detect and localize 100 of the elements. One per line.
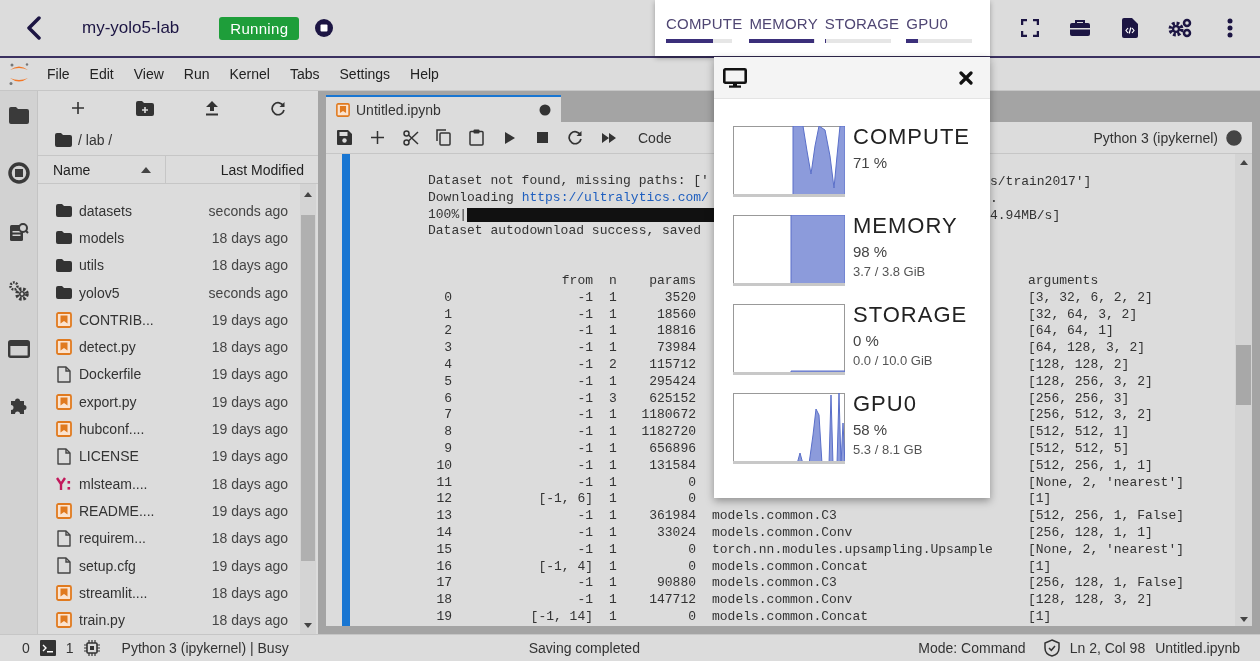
- menu-item[interactable]: Settings: [329, 62, 401, 86]
- stop-icon[interactable]: [314, 18, 335, 38]
- file-modified-date: 19 days ago: [211, 366, 288, 383]
- save-icon: [337, 130, 352, 145]
- file-row[interactable]: models 18 days ago: [38, 224, 300, 252]
- column-header[interactable]: Last Modified: [166, 156, 318, 183]
- folder-icon[interactable]: [8, 107, 29, 124]
- fast-forward-icon: [601, 132, 616, 143]
- clipboard-icon: [469, 129, 484, 146]
- table-cell-text: 2: [608, 357, 618, 374]
- table-cell-text: 1: [608, 474, 618, 492]
- menu-item[interactable]: Kernel: [219, 62, 280, 86]
- puzzle-icon[interactable]: [8, 396, 29, 416]
- menu-item[interactable]: Help: [400, 62, 449, 86]
- file-row[interactable]: datasets seconds ago: [38, 197, 300, 225]
- table-cell-text: [512, 512, 1]: [1028, 424, 1131, 441]
- table-cell-text: -1: [576, 424, 593, 441]
- table-cell-text: [256, 128, 1, 1]: [1028, 524, 1154, 542]
- gears-icon[interactable]: [7, 280, 30, 302]
- file-modified-date: 18 days ago: [211, 339, 288, 356]
- usage-percent: 71 %: [853, 154, 889, 171]
- scrollbar-thumb[interactable]: [301, 215, 315, 561]
- kernel-count[interactable]: 1: [65, 640, 74, 656]
- table-cell-text: 0: [687, 541, 696, 559]
- stop-circle-icon[interactable]: [7, 162, 30, 184]
- chip-icon[interactable]: [83, 640, 100, 656]
- table-cell-text: [1]: [1028, 558, 1053, 576]
- table-cell-text: models.common.Conv: [712, 592, 854, 609]
- shield-check-icon[interactable]: [1043, 639, 1060, 657]
- file-row[interactable]: streamlit.... 18 days ago: [38, 579, 300, 607]
- file-row[interactable]: hubconf.... 19 days ago: [38, 415, 300, 443]
- menu-item[interactable]: Tabs: [279, 62, 330, 86]
- scrollbar[interactable]: [1235, 154, 1252, 626]
- scroll-up-icon[interactable]: [304, 192, 312, 197]
- table-cell-text: 17: [435, 575, 452, 593]
- resource-meter-panel[interactable]: COMPUTE MEMORY STORAGE GPU0: [655, 0, 990, 56]
- new-folder-icon: [135, 100, 154, 116]
- notebook-tab[interactable]: Untitled.ipynb: [326, 95, 561, 122]
- file-name: detect.py: [79, 339, 137, 356]
- notebook-icon: [336, 102, 350, 117]
- file-icon: [56, 557, 72, 574]
- table-cell-text: [32, 64, 3, 2]: [1028, 306, 1139, 324]
- table-cell-text: -1: [576, 440, 593, 458]
- cursor-position[interactable]: Ln 2, Col 98: [1069, 640, 1146, 656]
- table-cell-text: [128, 128, 2]: [1028, 357, 1131, 374]
- file-row[interactable]: mlsteam.... 18 days ago: [38, 469, 300, 498]
- file-row[interactable]: export.py 19 days ago: [38, 388, 300, 416]
- file-row[interactable]: CONTRIB... 19 days ago: [38, 306, 300, 334]
- bookmark-file-icon: [56, 339, 72, 356]
- scroll-down-icon[interactable]: [1239, 617, 1248, 622]
- output-text: Dataset autodownload success, saved: [428, 222, 702, 239]
- file-modified-date: 19 days ago: [211, 311, 288, 328]
- column-header[interactable]: Name: [38, 156, 166, 183]
- bookmark-file-icon: [56, 612, 72, 629]
- file-row[interactable]: requirem... 18 days ago: [38, 524, 300, 552]
- file-name: yolov5: [79, 284, 121, 301]
- file-row[interactable]: train.py 18 days ago: [38, 606, 300, 634]
- output-link[interactable]: https://ultralytics.com/: [521, 189, 709, 206]
- breadcrumb-path[interactable]: / lab /: [78, 132, 113, 148]
- plus-icon: [70, 101, 85, 115]
- table-cell-text: 11: [435, 474, 452, 492]
- table-cell-text: torch.nn.modules.upsampling.Upsample: [712, 541, 994, 559]
- window-icon[interactable]: [7, 340, 30, 358]
- file-row[interactable]: detect.py 18 days ago: [38, 333, 300, 361]
- y-glyph-icon: [56, 476, 72, 491]
- output-text: 4.94MB/s]: [990, 208, 1061, 223]
- table-cell-text: 6: [443, 390, 452, 408]
- kernel-status[interactable]: Python 3 (ipykernel) | Busy: [121, 640, 289, 656]
- scroll-down-icon[interactable]: [304, 623, 312, 628]
- menu-item[interactable]: Run: [173, 62, 220, 86]
- tab-title: Untitled.ipynb: [356, 101, 442, 118]
- output-text: Downloading: [428, 189, 515, 206]
- file-row[interactable]: README.... 19 days ago: [38, 497, 300, 525]
- kernel-name[interactable]: Python 3 (ipykernel): [1093, 129, 1218, 146]
- menu-item[interactable]: View: [123, 62, 174, 86]
- clipboard-search-icon[interactable]: [8, 222, 29, 242]
- unsaved-dot-icon[interactable]: [539, 103, 551, 116]
- file-row[interactable]: setup.cfg 19 days ago: [38, 551, 300, 580]
- scrollbar-thumb[interactable]: [1236, 345, 1251, 405]
- file-modified-date: 18 days ago: [211, 257, 288, 274]
- file-row[interactable]: yolov5 seconds ago: [38, 278, 300, 307]
- menu-item[interactable]: File: [37, 62, 80, 86]
- file-icon: [56, 529, 72, 547]
- cell-type-dropdown[interactable]: Code: [638, 129, 718, 146]
- file-row[interactable]: utils 18 days ago: [38, 251, 300, 279]
- table-cell-text: -1: [576, 323, 593, 341]
- file-row[interactable]: Dockerfile 19 days ago: [38, 360, 300, 389]
- terminal-count[interactable]: 0: [22, 640, 30, 656]
- file-name: requirem...: [79, 530, 147, 547]
- table-cell-text: [-1, 14]: [529, 608, 593, 626]
- terminal-icon[interactable]: [39, 640, 56, 656]
- file-row[interactable]: LICENSE 19 days ago: [38, 442, 300, 470]
- scrollbar[interactable]: [300, 184, 316, 634]
- upload-icon: [204, 100, 219, 116]
- table-cell-text: 1: [608, 424, 618, 441]
- menu-item[interactable]: Edit: [79, 62, 124, 86]
- folder-icon: [56, 204, 72, 218]
- table-cell-text: 3: [443, 340, 452, 357]
- resource-name: MEMORY: [853, 213, 958, 239]
- scroll-up-icon[interactable]: [1239, 160, 1248, 165]
